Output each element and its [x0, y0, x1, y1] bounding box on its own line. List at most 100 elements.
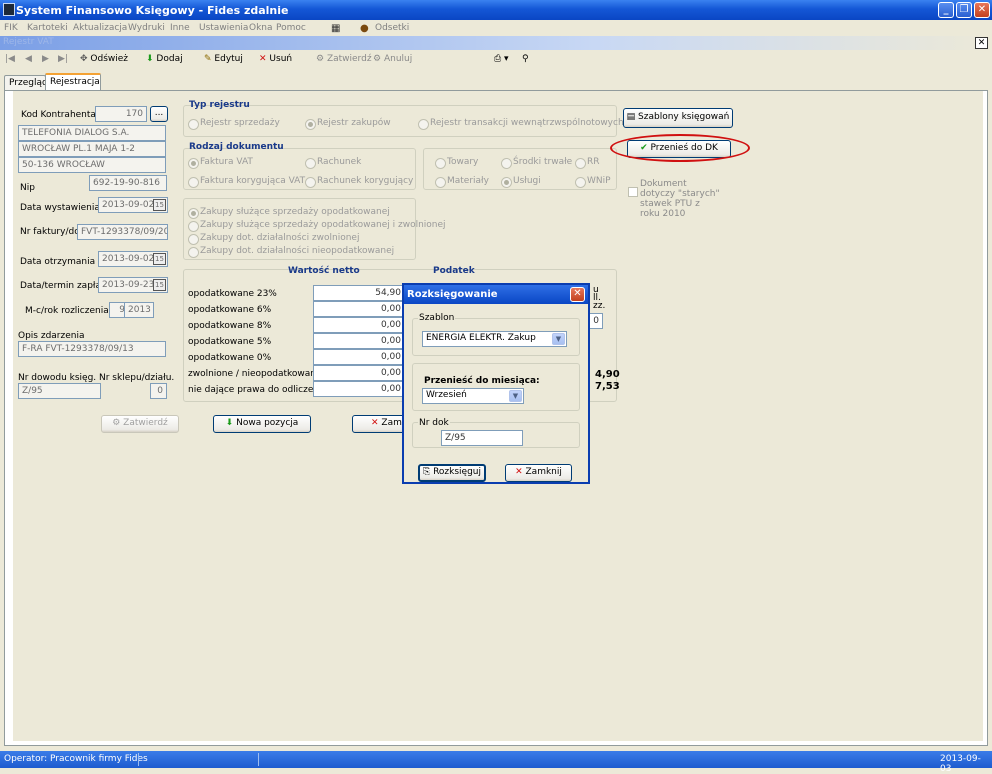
- net-row-value[interactable]: 0,00: [313, 365, 405, 381]
- old-rates-checkbox[interactable]: [628, 187, 638, 197]
- chevron-down-icon[interactable]: ▼: [509, 390, 522, 402]
- net-row-value[interactable]: 0,00: [313, 381, 405, 397]
- net-row-value[interactable]: 54,90: [313, 285, 405, 301]
- radio-sales-register[interactable]: Rejestr sprzedaży: [188, 118, 280, 130]
- highlight-ring: [610, 134, 750, 162]
- next-record-icon[interactable]: ▶: [42, 54, 49, 64]
- issue-date-field[interactable]: 2013-09-02 15: [98, 197, 168, 213]
- maximize-button[interactable]: ❐: [956, 2, 972, 18]
- chevron-down-icon[interactable]: ▼: [552, 333, 565, 345]
- new-position-button[interactable]: ⬇ Nowa pozycja: [213, 415, 311, 433]
- money-icon[interactable]: ●: [360, 23, 369, 34]
- close-position-button[interactable]: ✕ Zam: [352, 415, 407, 433]
- first-record-icon[interactable]: |◀: [5, 54, 15, 64]
- subwindow-close-icon[interactable]: ✕: [975, 37, 988, 49]
- net-row-value[interactable]: 0,00: [313, 317, 405, 333]
- menu-inne[interactable]: Inne: [170, 23, 190, 33]
- month-select[interactable]: Wrzesień ▼: [422, 388, 524, 404]
- templates-button[interactable]: ▤ Szablony księgowań: [623, 108, 733, 128]
- confirm-position-button[interactable]: ⚙ Zatwierdź: [101, 415, 179, 433]
- radio-bill[interactable]: Rachunek: [305, 157, 361, 169]
- contractor-line1[interactable]: TELEFONIA DIALOG S.A.: [18, 125, 166, 141]
- menu-ustawienia[interactable]: Ustawienia: [199, 23, 248, 33]
- nip-field[interactable]: 692-19-90-816: [89, 175, 167, 191]
- dialog-close-action-button[interactable]: ✕ Zamknij: [505, 464, 572, 482]
- payment-date-field[interactable]: 2013-09-23 15: [98, 277, 168, 293]
- received-date-field[interactable]: 2013-09-02 15: [98, 251, 168, 267]
- period-year-field[interactable]: 2013: [124, 302, 154, 318]
- tab-rejestracja[interactable]: Rejestracja: [45, 73, 101, 91]
- net-row-value[interactable]: 0,00: [313, 349, 405, 365]
- contractor-browse-button[interactable]: ...: [150, 106, 168, 122]
- net-row-value[interactable]: 0,00: [313, 333, 405, 349]
- refresh-button[interactable]: ✥ Odśwież: [80, 54, 128, 64]
- dialog-title: Rozksięgowanie: [407, 289, 498, 300]
- menu-okna[interactable]: Okna: [249, 23, 273, 33]
- radio-materialy[interactable]: Materiały: [435, 176, 489, 188]
- confirm-button[interactable]: ⚙ Zatwierdź: [316, 54, 372, 64]
- add-button[interactable]: ⬇ Dodaj: [146, 54, 183, 64]
- radio-purchase-exempt[interactable]: Zakupy dot. działalności zwolnionej: [188, 233, 359, 245]
- menu-odsetki[interactable]: Odsetki: [375, 23, 409, 33]
- doc-field[interactable]: Z/95: [441, 430, 523, 446]
- delete-button[interactable]: ✕ Usuń: [259, 54, 292, 64]
- calendar-icon[interactable]: 15: [153, 279, 166, 291]
- event-field[interactable]: F-RA FVT-1293378/09/13: [18, 341, 166, 357]
- contractor-label: Kod Kontrahenta: [21, 110, 96, 120]
- calculator-icon[interactable]: ▦: [331, 23, 340, 34]
- post-icon: ⎘: [422, 467, 431, 477]
- radio-srodki-trwale[interactable]: Środki trwałe: [501, 157, 572, 169]
- radio-purchase-taxed[interactable]: Zakupy służące sprzedaży opodatkowanej: [188, 207, 390, 219]
- print-icon[interactable]: ⎙ ▾: [494, 54, 509, 64]
- radio-correction-bill[interactable]: Rachunek korygujący: [305, 176, 413, 188]
- prev-record-icon[interactable]: ◀: [25, 54, 32, 64]
- template-select[interactable]: ENERGIA ELEKTR. Zakup ▼: [422, 331, 567, 347]
- contractor-line3[interactable]: 50-136 WROCŁAW: [18, 157, 166, 173]
- dialog-close-button[interactable]: ✕: [570, 287, 585, 302]
- radio-intra-eu-register[interactable]: Rejestr transakcji wewnątrzwspólnotowych: [418, 118, 624, 130]
- confirm-icon: ⚙: [112, 418, 121, 428]
- net-row-label: opodatkowane 23%: [188, 289, 277, 299]
- calendar-icon[interactable]: 15: [153, 253, 166, 265]
- list-icon: ▤: [626, 112, 636, 122]
- status-divider: [258, 753, 930, 766]
- menu-pomoc[interactable]: Pomoc: [276, 23, 306, 33]
- tab-przeglad[interactable]: Przegląd: [4, 75, 48, 91]
- month-label: Przenieść do miesiąca:: [424, 376, 540, 386]
- received-date-label: Data otrzymania: [20, 257, 96, 267]
- contractor-code-field[interactable]: 170: [95, 106, 147, 122]
- edit-button[interactable]: ✎ Edytuj: [204, 54, 243, 64]
- minimize-button[interactable]: _: [938, 2, 954, 18]
- radio-wnip[interactable]: WNiP: [575, 176, 611, 188]
- add-icon: ⬇: [146, 54, 154, 64]
- post-button[interactable]: ⎘ Rozksięguj: [418, 464, 486, 482]
- subwindow-title: Rejestr VAT: [3, 37, 54, 47]
- radio-purchase-taxed-exempt[interactable]: Zakupy służące sprzedaży opodatkowanej i…: [188, 220, 446, 232]
- shop-field[interactable]: 0: [150, 383, 167, 399]
- menu-wydruki[interactable]: Wydruki: [128, 23, 165, 33]
- radio-towary[interactable]: Towary: [435, 157, 478, 169]
- radio-rr[interactable]: RR: [575, 157, 600, 169]
- dialog-titlebar: Rozksięgowanie: [404, 285, 588, 304]
- search-icon[interactable]: ⚲: [522, 54, 529, 64]
- menu-kartoteki[interactable]: Kartoteki: [27, 23, 68, 33]
- radio-purchase-untaxed[interactable]: Zakupy dot. działalności nieopodatkowane…: [188, 246, 394, 258]
- edit-icon: ✎: [204, 54, 212, 64]
- radio-vat-invoice[interactable]: Faktura VAT: [188, 157, 253, 169]
- invoice-number-field[interactable]: FVT-1293378/09/2013: [77, 224, 168, 240]
- menu-aktualizacja[interactable]: Aktualizacja: [73, 23, 127, 33]
- cancel-button[interactable]: ⚙ Anuluj: [373, 54, 412, 64]
- calendar-icon[interactable]: 15: [153, 199, 166, 211]
- window-titlebar: System Finansowo Księgowy - Fides zdalni…: [0, 0, 992, 20]
- radio-purchase-register[interactable]: Rejestr zakupów: [305, 118, 391, 130]
- toolbar: |◀ ◀ ▶ ▶| ✥ Odśwież ⬇ Dodaj ✎ Edytuj ✕ U…: [0, 51, 992, 69]
- radio-correction-invoice[interactable]: Faktura korygująca VAT: [188, 176, 305, 188]
- radio-uslugi[interactable]: Usługi: [501, 176, 541, 188]
- posting-doc-field[interactable]: Z/95: [18, 383, 101, 399]
- last-record-icon[interactable]: ▶|: [58, 54, 68, 64]
- net-row-value[interactable]: 0,00: [313, 301, 405, 317]
- menu-fik[interactable]: FIK: [4, 23, 18, 33]
- contractor-line2[interactable]: WROCŁAW PL.1 MAJA 1-2: [18, 141, 166, 157]
- delete-icon: ✕: [515, 467, 523, 477]
- close-button[interactable]: ✕: [974, 2, 990, 18]
